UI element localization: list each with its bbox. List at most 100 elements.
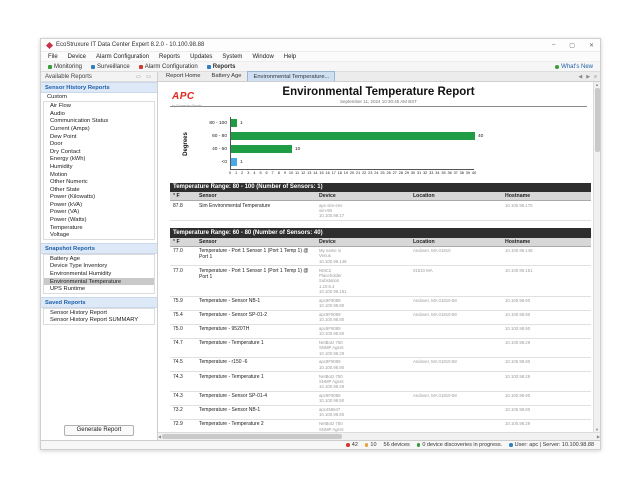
chart-x-tick: 0	[229, 171, 231, 175]
table-range-header: Temperature Range: 60 - 80 (Number of Se…	[170, 228, 591, 238]
sidebar-item-motion[interactable]: Motion	[44, 171, 154, 179]
menu-item-window[interactable]: Window	[252, 54, 273, 60]
sidebar-collapse-icon[interactable]: ▭ ▭	[136, 74, 153, 80]
table-row: 87.8Sim Environmental Temperatureapc-sim…	[170, 201, 591, 220]
chart-bar-track: 1	[230, 156, 474, 169]
horizontal-scroll-thumb[interactable]	[162, 434, 342, 439]
column-header-hostname[interactable]: Hostname	[502, 239, 591, 245]
sidebar-item-dew-point[interactable]: Dew Point	[44, 133, 154, 141]
sidebar-item-sensor-history-report-summary[interactable]: Sensor History Report SUMMARY	[44, 317, 154, 325]
column-header-sensor[interactable]: Sensor	[196, 239, 316, 245]
chart-x-tick: 36	[447, 171, 451, 175]
generate-report-button[interactable]: Generate Report	[64, 425, 135, 436]
sidebar-item-power--kva-[interactable]: Power (kVA)	[44, 201, 154, 209]
chart-x-tick: 7	[272, 171, 274, 175]
sidebar-item-environmental-humidity[interactable]: Environmental Humidity	[44, 270, 154, 278]
status-segment: 10	[365, 442, 377, 448]
column-header-f[interactable]: ° F	[170, 239, 196, 245]
menu-item-reports[interactable]: Reports	[159, 54, 180, 60]
table-row: 74.3Temperature - Sensor SP-01-4apc9F908…	[170, 392, 591, 406]
scroll-left-icon[interactable]: ◀	[158, 434, 161, 439]
sidebar-item-current--amps-[interactable]: Current (Amps)	[44, 125, 154, 133]
table-row: 72.9Temperature - Temperature 2NetBotz 7…	[170, 420, 591, 432]
scroll-right-icon[interactable]: ▶	[597, 434, 600, 439]
status-dot-icon	[346, 443, 350, 447]
sidebar-item-dry-contact[interactable]: Dry Contact	[44, 148, 154, 156]
menu-item-alarm-configuration[interactable]: Alarm Configuration	[96, 54, 149, 60]
menu-item-system[interactable]: System	[222, 54, 242, 60]
sidebar-item-communication-status[interactable]: Communication Status	[44, 118, 154, 126]
sidebar-item-door[interactable]: Door	[44, 140, 154, 148]
vertical-scroll-thumb[interactable]	[595, 88, 600, 152]
cell-sensor: Temperature - r150 -6	[196, 359, 316, 365]
column-header-location[interactable]: Location	[410, 193, 502, 199]
scroll-up-icon[interactable]: ▲	[595, 82, 599, 87]
table-row: 77.0Temperature - Port 1 Sensor 1 (Port …	[170, 247, 591, 266]
sidebar-item-environmental-temperature[interactable]: Environmental Temperature	[44, 278, 154, 286]
report-menu-icon[interactable]: ≡	[594, 74, 597, 80]
sidebar-header-label: Available Reports	[45, 74, 92, 80]
sidebar-item-power--watts-[interactable]: Power (Watts)	[44, 216, 154, 224]
report-nav-forward-icon[interactable]: ▶	[586, 74, 590, 80]
cell-temperature: 74.3	[170, 393, 196, 399]
sidebar-item-humidity[interactable]: Humidity	[44, 163, 154, 171]
sidebar-item-custom[interactable]: Custom	[41, 93, 157, 101]
sidebar-header: Available Reports ▭ ▭	[41, 72, 157, 82]
sidebar-item-other-state[interactable]: Other State	[44, 186, 154, 194]
cell-temperature: 75.0	[170, 326, 196, 332]
perspective-tab-monitoring[interactable]: Monitoring	[48, 64, 82, 70]
sidebar-item-voltage[interactable]: Voltage	[44, 231, 154, 239]
column-header-device[interactable]: Device	[316, 239, 410, 245]
tab-environmental-temperature-[interactable]: Environmental Temperature...	[247, 71, 335, 81]
cell-temperature: 75.9	[170, 298, 196, 304]
perspective-tab-alarm-configuration[interactable]: Alarm Configuration	[139, 64, 198, 70]
column-header-hostname[interactable]: Hostname	[502, 193, 591, 199]
sidebar-item-audio[interactable]: Audio	[44, 110, 154, 118]
window-title: EcoStruxure IT Data Center Expert 8.2.0 …	[56, 42, 204, 48]
report-viewport: APC by Schneider Electric Environmental …	[158, 82, 593, 432]
cell-hostname: 10.100.98.29	[502, 421, 591, 426]
sidebar-item-power--va-[interactable]: Power (VA)	[44, 209, 154, 217]
sidebar-item-power--kilowatts-[interactable]: Power (Kilowatts)	[44, 194, 154, 202]
sidebar-item-energy--kwh-[interactable]: Energy (kWh)	[44, 156, 154, 164]
tab-battery-age[interactable]: Battery Age	[206, 71, 246, 81]
chart-x-tick: 38	[460, 171, 464, 175]
column-header-device[interactable]: Device	[316, 193, 410, 199]
apc-logo: APC by Schneider Electric	[172, 86, 202, 108]
sidebar-item-other-numeric[interactable]: Other Numeric	[44, 178, 154, 186]
column-header-location[interactable]: Location	[410, 239, 502, 245]
table-row: 75.4Temperature - Sensor SP-01-2apc9F908…	[170, 311, 591, 325]
cell-location: Andover, MA 01810-58	[410, 393, 502, 398]
table-row: 74.3Temperature - Temperature 1NetBotz 7…	[170, 372, 591, 391]
sidebar-item-temperature[interactable]: Temperature	[44, 224, 154, 232]
perspective-tab-icon	[48, 65, 52, 69]
chart-x-tick: 18	[338, 171, 342, 175]
column-header-sensor[interactable]: Sensor	[196, 193, 316, 199]
chart-x-tick: 12	[301, 171, 305, 175]
perspective-tab-surveillance[interactable]: Surveillance	[91, 64, 130, 70]
report-nav-back-icon[interactable]: ◀	[578, 74, 582, 80]
sidebar-item-sensor-history-report[interactable]: Sensor History Report	[44, 309, 154, 317]
tab-report-home[interactable]: Report Home	[161, 71, 205, 81]
sidebar-item-air-flow[interactable]: Air Flow	[44, 102, 154, 110]
cell-sensor: Temperature - 9520TH	[196, 326, 316, 332]
menu-item-device[interactable]: Device	[68, 54, 86, 60]
whats-new-link[interactable]: What's New	[555, 64, 593, 70]
sidebar-item-device-type-inventory[interactable]: Device Type Inventory	[44, 263, 154, 271]
maximize-icon[interactable]: ▢	[569, 42, 575, 49]
close-icon[interactable]: ✕	[589, 42, 594, 49]
perspective-tab-reports[interactable]: Reports	[207, 64, 236, 70]
menu-item-file[interactable]: File	[48, 54, 58, 60]
menu-item-help[interactable]: Help	[284, 54, 296, 60]
menu-bar: File Device Alarm Configuration Reports Upda…	[41, 52, 600, 62]
horizontal-scrollbar[interactable]: ◀ ▶	[158, 432, 600, 440]
minimize-icon[interactable]: –	[552, 42, 555, 49]
sidebar-item-ups-runtime[interactable]: UPS Runtime	[44, 285, 154, 293]
table-row: 73.2Temperature - Sensor NB-1apc456647 1…	[170, 406, 591, 420]
chart-x-tick: 19	[344, 171, 348, 175]
menu-item-updates[interactable]: Updates	[190, 54, 212, 60]
column-header-f[interactable]: ° F	[170, 193, 196, 199]
sidebar-item-battery-age[interactable]: Battery Age	[44, 255, 154, 263]
perspective-tab-label: Monitoring	[54, 64, 82, 70]
vertical-scrollbar[interactable]: ▲ ▼	[593, 82, 600, 432]
